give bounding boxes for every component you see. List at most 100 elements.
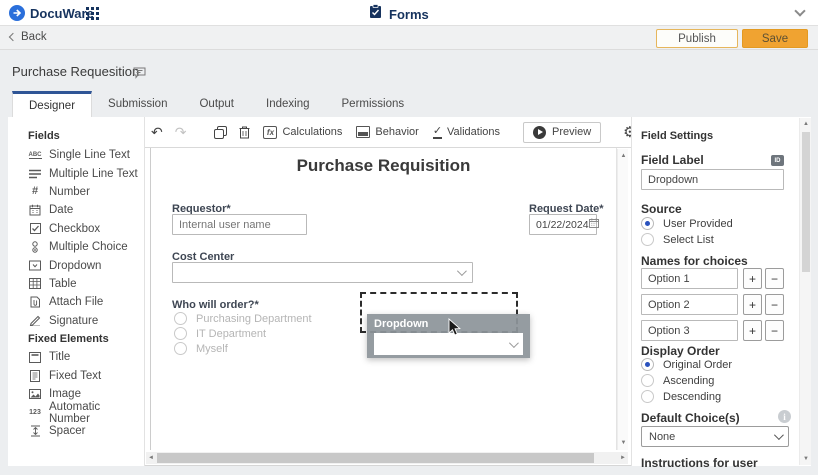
- choice-input-3[interactable]: [641, 320, 738, 341]
- redo-icon[interactable]: ↷: [169, 124, 193, 141]
- undo-icon[interactable]: ↶: [145, 124, 169, 141]
- field-item-multiple-choice[interactable]: Multiple Choice: [28, 238, 144, 256]
- preview-button[interactable]: Preview: [523, 122, 601, 143]
- who-option-it[interactable]: IT Department: [174, 327, 266, 340]
- scroll-down-icon[interactable]: ▼: [618, 438, 629, 448]
- signature-pen-icon: [28, 315, 42, 326]
- scroll-down-icon[interactable]: ▼: [800, 454, 812, 464]
- scroll-right-icon[interactable]: ►: [618, 455, 628, 461]
- display-option-descending[interactable]: Descending: [641, 390, 721, 403]
- tab-submission[interactable]: Submission: [92, 91, 183, 117]
- calendar-icon: [28, 204, 42, 216]
- delete-icon[interactable]: [233, 126, 256, 139]
- fixed-text-icon: [28, 370, 42, 382]
- source-option-select-list[interactable]: Select List: [641, 233, 714, 246]
- field-id-icon[interactable]: ID: [771, 155, 784, 166]
- fields-heading: Fields: [28, 130, 144, 142]
- field-item-date[interactable]: Date: [28, 201, 144, 219]
- field-item-title[interactable]: Title: [28, 348, 144, 366]
- field-item-fixed-text[interactable]: Fixed Text: [28, 367, 144, 385]
- who-option-myself[interactable]: Myself: [174, 342, 228, 355]
- publish-button[interactable]: Publish: [656, 29, 738, 48]
- remove-choice-button[interactable]: −: [765, 320, 784, 341]
- field-item-dropdown[interactable]: Dropdown: [28, 256, 144, 274]
- display-option-ascending[interactable]: Ascending: [641, 374, 714, 387]
- scroll-up-icon[interactable]: ▲: [618, 151, 629, 161]
- back-chevron-icon: [9, 33, 17, 41]
- single-line-text-icon: ABC: [28, 152, 42, 159]
- field-item-checkbox[interactable]: Checkbox: [28, 220, 144, 238]
- settings-vertical-scrollbar[interactable]: ▲ ▼: [799, 118, 811, 465]
- radio-icon[interactable]: [174, 342, 187, 355]
- requestor-input[interactable]: [172, 214, 307, 235]
- cost-center-select[interactable]: [172, 262, 473, 283]
- display-option-original[interactable]: Original Order: [641, 358, 732, 371]
- add-choice-button[interactable]: +: [743, 294, 762, 315]
- field-item-automatic-number[interactable]: 123 Automatic Number: [28, 403, 144, 421]
- who-will-order-label[interactable]: Who will order?*: [172, 299, 259, 311]
- radio-selected-icon[interactable]: [641, 217, 654, 230]
- request-date-input[interactable]: 01/22/2024: [529, 214, 597, 235]
- multiple-choice-icon: [28, 241, 42, 253]
- tab-indexing[interactable]: Indexing: [250, 91, 325, 117]
- tab-designer[interactable]: Designer: [12, 91, 92, 117]
- fixed-elements-heading: Fixed Elements: [28, 330, 144, 348]
- select-chevron-icon: [509, 338, 519, 348]
- comment-bubble-icon[interactable]: [133, 66, 146, 84]
- docuware-logo-icon[interactable]: [9, 5, 25, 21]
- choice-input-1[interactable]: [641, 268, 738, 289]
- settings-scroll-thumb[interactable]: [802, 132, 810, 272]
- field-label-heading: Field Label: [641, 153, 704, 167]
- tab-permissions[interactable]: Permissions: [326, 91, 421, 117]
- info-icon[interactable]: i: [778, 410, 791, 423]
- choice-input-2[interactable]: [641, 294, 738, 315]
- app-title: Forms: [389, 7, 429, 22]
- brand-name[interactable]: DocuWare: [30, 6, 94, 21]
- duplicate-icon[interactable]: [208, 126, 233, 139]
- field-item-number[interactable]: # Number: [28, 183, 144, 201]
- default-choice-select[interactable]: None: [641, 426, 789, 447]
- radio-icon[interactable]: [641, 390, 654, 403]
- calculations-button[interactable]: fx Calculations: [256, 126, 349, 139]
- canvas-horizontal-scrollbar[interactable]: ◄ ►: [146, 452, 628, 464]
- radio-icon[interactable]: [641, 233, 654, 246]
- field-item-attach-file[interactable]: Attach File: [28, 293, 144, 311]
- designer-toolbar: ↶ ↷ fx Calculations Behavior ✓ Validatio…: [145, 117, 631, 148]
- play-icon: [533, 126, 546, 139]
- attach-file-icon: [28, 296, 42, 308]
- radio-icon[interactable]: [174, 327, 187, 340]
- scroll-left-icon[interactable]: ◄: [146, 455, 156, 461]
- apps-grid-icon[interactable]: [86, 7, 99, 20]
- field-item-table[interactable]: Table: [28, 275, 144, 293]
- scroll-up-icon[interactable]: ▲: [800, 119, 812, 129]
- behavior-icon: [356, 126, 370, 138]
- canvas-vertical-scrollbar[interactable]: ▲ ▼: [617, 149, 628, 450]
- tab-bar: Designer Submission Output Indexing Perm…: [8, 91, 811, 117]
- page-title: Purchase Requesition: [12, 64, 139, 79]
- automatic-number-icon: 123: [28, 409, 42, 416]
- select-chevron-icon: [774, 430, 784, 440]
- field-item-single-line-text[interactable]: ABC Single Line Text: [28, 146, 144, 164]
- field-item-signature[interactable]: Signature: [28, 312, 144, 330]
- radio-icon[interactable]: [174, 312, 187, 325]
- add-choice-button[interactable]: +: [743, 268, 762, 289]
- choices-heading: Names for choices: [641, 254, 748, 268]
- add-choice-button[interactable]: +: [743, 320, 762, 341]
- source-option-user-provided[interactable]: User Provided: [641, 217, 733, 230]
- remove-choice-button[interactable]: −: [765, 294, 784, 315]
- save-button[interactable]: Save: [742, 29, 808, 48]
- form-title[interactable]: Purchase Requisition: [150, 156, 617, 176]
- radio-selected-icon[interactable]: [641, 358, 654, 371]
- validations-button[interactable]: ✓ Validations: [426, 126, 507, 139]
- horizontal-scroll-thumb[interactable]: [157, 453, 594, 463]
- field-item-multiple-line-text[interactable]: Multiple Line Text: [28, 164, 144, 182]
- tab-output[interactable]: Output: [183, 91, 250, 117]
- radio-icon[interactable]: [641, 374, 654, 387]
- title-element-icon: [28, 352, 42, 363]
- remove-choice-button[interactable]: −: [765, 268, 784, 289]
- behavior-button[interactable]: Behavior: [349, 126, 425, 138]
- date-calendar-icon[interactable]: [589, 218, 599, 231]
- who-option-purchasing[interactable]: Purchasing Department: [174, 312, 312, 325]
- back-button[interactable]: Back: [10, 31, 47, 43]
- field-label-input[interactable]: [641, 169, 784, 190]
